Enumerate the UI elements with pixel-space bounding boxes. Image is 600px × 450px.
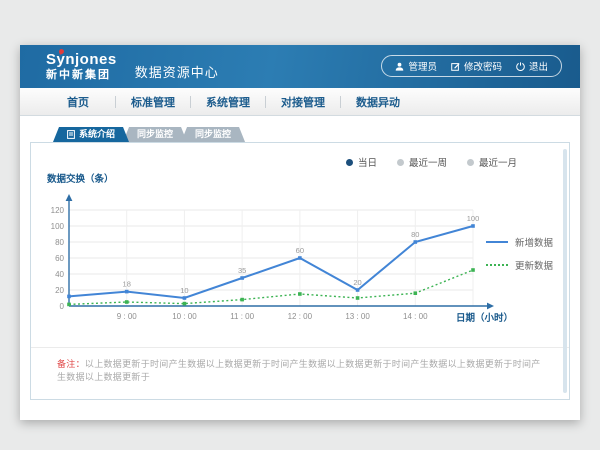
- company-logo: Synjones 新中新集团: [46, 52, 117, 81]
- chart-legend: 新增数据 更新数据: [486, 235, 553, 272]
- svg-text:10 : 00: 10 : 00: [172, 312, 197, 321]
- radio-unselected-icon: [397, 159, 404, 166]
- svg-text:80: 80: [55, 238, 64, 247]
- logout-label: 退出: [529, 59, 548, 73]
- time-range-selector: 当日 最近一周 最近一月: [346, 155, 517, 169]
- current-user-button[interactable]: 管理员: [395, 59, 437, 73]
- tab-bar: 系统介绍 同步监控 同步监控: [53, 127, 239, 142]
- change-password-button[interactable]: 修改密码: [451, 59, 502, 73]
- logout-button[interactable]: 退出: [516, 59, 548, 73]
- svg-text:11 : 00: 11 : 00: [230, 312, 254, 321]
- legend-item-update-data[interactable]: 更新数据: [486, 258, 553, 272]
- nav-item-standard-mgmt[interactable]: 标准管理: [121, 94, 185, 110]
- legend-item-new-data[interactable]: 新增数据: [486, 235, 553, 249]
- range-option-last-month[interactable]: 最近一月: [467, 155, 517, 169]
- svg-text:9 : 00: 9 : 00: [117, 312, 138, 321]
- current-user-label: 管理员: [408, 59, 437, 73]
- svg-text:日期（小时）: 日期（小时）: [456, 312, 513, 324]
- user-toolbar: 管理员 修改密码 退出: [381, 55, 562, 77]
- radio-selected-icon: [346, 159, 353, 166]
- legend-label: 新增数据: [515, 235, 553, 249]
- y-axis-title: 数据交换（条）: [47, 171, 114, 185]
- svg-text:20: 20: [55, 286, 64, 295]
- range-option-today[interactable]: 当日: [346, 155, 377, 169]
- svg-text:35: 35: [238, 266, 246, 275]
- app-window: Synjones 新中新集团 数据资源中心 管理员 修改密码 退出 首页 标准管…: [20, 45, 580, 420]
- svg-text:20: 20: [353, 278, 361, 287]
- range-option-label: 最近一周: [409, 155, 447, 169]
- content-panel: 当日 最近一周 最近一月 数据交换（条） 0 20 40 60 80 100 120 9 : …: [30, 142, 570, 400]
- nav-item-system-mgmt[interactable]: 系统管理: [196, 94, 260, 110]
- main-nav: 首页 标准管理 系统管理 对接管理 数据异动: [20, 88, 580, 116]
- line-chart: 0 20 40 60 80 100 120 9 : 00 10 : 00 11 : 00 12 : …: [45, 184, 515, 332]
- radio-unselected-icon: [467, 159, 474, 166]
- svg-text:100: 100: [467, 214, 480, 223]
- power-icon: [516, 62, 525, 71]
- tab-sync-monitor-2[interactable]: 同步监控: [181, 127, 245, 142]
- dotted-line-swatch-icon: [486, 264, 508, 266]
- svg-text:60: 60: [55, 254, 64, 263]
- solid-line-swatch-icon: [486, 241, 508, 243]
- range-option-label: 最近一月: [479, 155, 517, 169]
- nav-item-home[interactable]: 首页: [46, 94, 110, 110]
- tab-label: 同步监控: [195, 127, 231, 142]
- nav-divider: [265, 96, 266, 108]
- nav-divider: [190, 96, 191, 108]
- svg-text:40: 40: [55, 270, 64, 279]
- legend-label: 更新数据: [515, 258, 553, 272]
- panel-scrollbar[interactable]: [563, 149, 567, 393]
- tab-label: 同步监控: [137, 127, 173, 142]
- nav-divider: [115, 96, 116, 108]
- svg-text:0: 0: [60, 302, 65, 311]
- footnote: 备注：以上数据更新于时间产生数据以上数据更新于时间产生数据以上数据更新于时间产生…: [31, 347, 569, 383]
- logo-wordmark: Synjones: [46, 52, 117, 67]
- app-header: Synjones 新中新集团 数据资源中心 管理员 修改密码 退出: [20, 45, 580, 88]
- svg-text:60: 60: [296, 246, 304, 255]
- logo-subtitle: 新中新集团: [46, 70, 117, 81]
- svg-text:13 : 00: 13 : 00: [345, 312, 370, 321]
- svg-text:80: 80: [411, 230, 419, 239]
- edit-icon: [451, 62, 460, 71]
- user-icon: [395, 62, 404, 71]
- nav-divider: [340, 96, 341, 108]
- range-option-last-week[interactable]: 最近一周: [397, 155, 447, 169]
- change-password-label: 修改密码: [464, 59, 502, 73]
- svg-text:10: 10: [180, 286, 188, 295]
- page-title: 数据资源中心: [135, 62, 219, 81]
- tab-system-intro[interactable]: 系统介绍: [53, 127, 129, 142]
- range-option-label: 当日: [358, 155, 377, 169]
- footnote-prefix: 备注：: [57, 359, 85, 369]
- svg-text:120: 120: [51, 206, 65, 215]
- svg-text:100: 100: [51, 222, 65, 231]
- tab-label: 系统介绍: [79, 127, 115, 142]
- svg-text:18: 18: [123, 280, 131, 289]
- nav-item-integration-mgmt[interactable]: 对接管理: [271, 94, 335, 110]
- svg-text:14 : 00: 14 : 00: [403, 312, 428, 321]
- document-icon: [67, 130, 75, 139]
- footnote-text: 以上数据更新于时间产生数据以上数据更新于时间产生数据以上数据更新于时间产生数据以…: [57, 359, 541, 382]
- tab-sync-monitor-1[interactable]: 同步监控: [123, 127, 187, 142]
- svg-text:12 : 00: 12 : 00: [288, 312, 313, 321]
- nav-item-data-change[interactable]: 数据异动: [346, 94, 410, 110]
